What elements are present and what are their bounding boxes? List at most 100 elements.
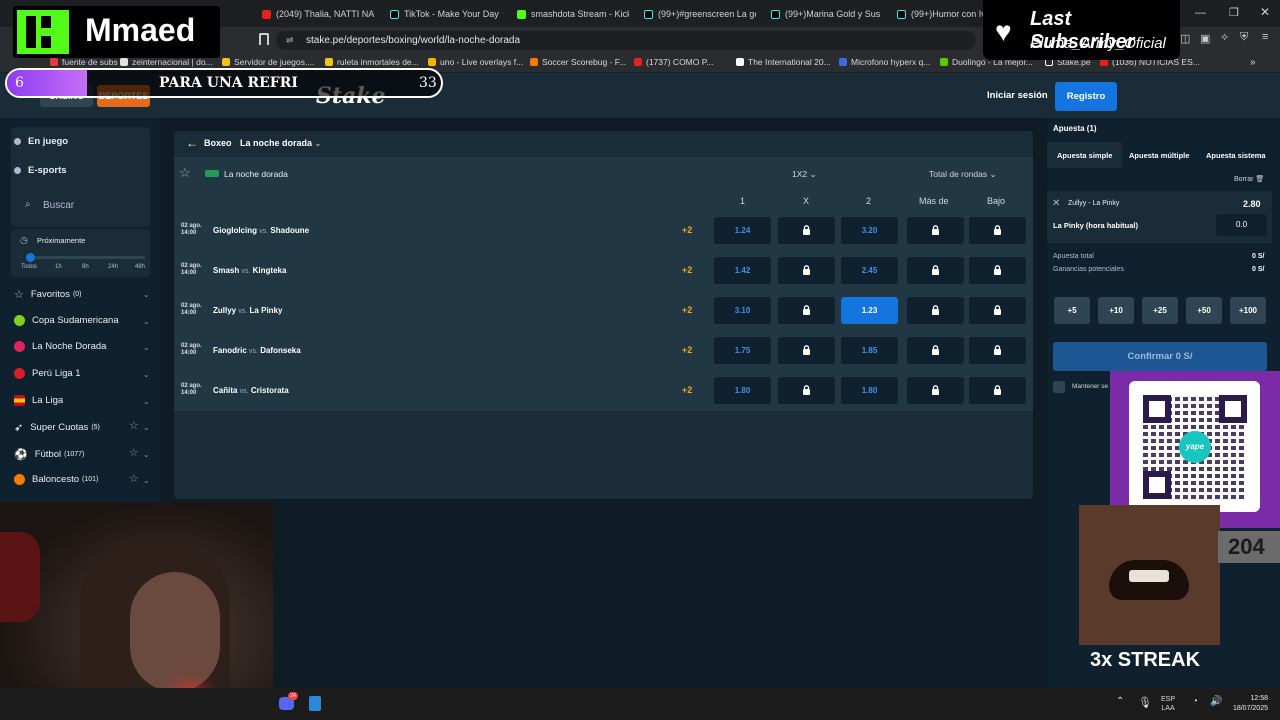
odd-button-away[interactable]: 1.80 xyxy=(841,377,898,404)
sidebar-item-la-liga[interactable]: La Liga xyxy=(14,395,63,406)
sidebar-item-favorites[interactable]: ☆ Favoritos (0) xyxy=(14,288,82,301)
chevron-down-icon[interactable]: ⌄ xyxy=(143,370,150,379)
chevron-down-icon[interactable]: ⌄ xyxy=(143,317,150,326)
sidebar-item-baloncesto[interactable]: Baloncesto (101) xyxy=(14,474,98,485)
odd-button-home[interactable]: 3.10 xyxy=(714,297,771,324)
bookmark-item[interactable]: (1737) COMO P... xyxy=(634,57,713,67)
table-row[interactable] xyxy=(174,251,1033,291)
more-markets-link[interactable]: +2 xyxy=(682,305,692,315)
register-button[interactable]: Registro xyxy=(1055,82,1117,111)
browser-tab[interactable]: (99+)Marina Gold y Sus H xyxy=(771,5,883,23)
more-bookmarks-icon[interactable]: » xyxy=(1250,57,1256,68)
confirm-bet-button[interactable]: Confirmar 0 S/ xyxy=(1053,342,1267,371)
match-teams[interactable]: Fanodric vs. Dafonseka xyxy=(213,346,301,355)
clear-button[interactable]: Borrar 🗑 xyxy=(1234,175,1264,183)
bookmark-item[interactable]: Microfono hyperx q... xyxy=(839,57,930,67)
odd-button-home[interactable]: 1.42 xyxy=(714,257,771,284)
sidebar-item-super-cuotas[interactable]: ➶ Super Cuotas (5) xyxy=(14,421,100,434)
site-info-icon[interactable]: ⇌ xyxy=(286,31,294,50)
close-window-icon[interactable]: ✕ xyxy=(1260,5,1270,19)
chevron-down-icon[interactable]: ⌄ xyxy=(143,423,150,432)
more-markets-link[interactable]: +2 xyxy=(682,225,692,235)
bookmark-item[interactable]: uno - Live overlays f... xyxy=(428,57,523,67)
bookmark-item[interactable]: fuente de subs xyxy=(50,57,118,67)
sidebar-item-peru-liga-1[interactable]: Perú Liga 1 xyxy=(14,368,81,379)
favorite-star-icon[interactable]: ☆ xyxy=(129,472,139,485)
quick-stake-button[interactable]: +10 xyxy=(1098,297,1134,324)
tab-multiple-bet[interactable]: Apuesta múltiple xyxy=(1129,151,1189,160)
match-teams[interactable]: Zullyy vs. La Pinky xyxy=(213,306,282,315)
leo-ai-icon[interactable]: ✧ xyxy=(1220,31,1229,44)
odd-button-away[interactable]: 2.45 xyxy=(841,257,898,284)
login-button[interactable]: Iniciar sesión xyxy=(987,90,1048,101)
quick-stake-button[interactable]: +100 xyxy=(1230,297,1266,324)
odd-button-home[interactable]: 1.24 xyxy=(714,217,771,244)
chevron-down-icon[interactable]: ⌄ xyxy=(143,343,150,352)
favorite-star-icon[interactable]: ☆ xyxy=(179,165,191,181)
chevron-down-icon[interactable]: ⌄ xyxy=(143,450,150,459)
odd-button-home[interactable]: 1.75 xyxy=(714,337,771,364)
match-teams[interactable]: Cañita vs. Cristorata xyxy=(213,386,289,395)
keep-selection-checkbox[interactable] xyxy=(1053,381,1065,393)
bookmark-item[interactable]: zeinternacional | do... xyxy=(120,57,213,67)
table-row[interactable] xyxy=(174,371,1033,411)
more-markets-link[interactable]: +2 xyxy=(682,345,692,355)
odd-button-home[interactable]: 1.80 xyxy=(714,377,771,404)
menu-icon[interactable]: ≡ xyxy=(1262,31,1268,43)
bookmark-icon[interactable] xyxy=(259,33,269,45)
breadcrumb-sport[interactable]: Boxeo xyxy=(204,138,232,148)
restore-icon[interactable]: ❐ xyxy=(1229,6,1239,19)
browser-tab[interactable]: TikTok - Make Your Day xyxy=(390,5,502,23)
bookmark-item[interactable]: Soccer Scorebug - F... xyxy=(530,57,626,67)
url-input[interactable]: ⇌ stake.pe/deportes/boxing/world/la-noch… xyxy=(276,31,976,50)
more-markets-link[interactable]: +2 xyxy=(682,265,692,275)
quick-stake-button[interactable]: +25 xyxy=(1142,297,1178,324)
close-icon[interactable]: ✕ xyxy=(1052,198,1060,209)
more-markets-link[interactable]: +2 xyxy=(682,385,692,395)
sidebar-item-futbol[interactable]: ⚽ Fútbol (1077) xyxy=(14,448,84,461)
stake-amount-input[interactable]: 0.0 xyxy=(1216,214,1267,236)
microphone-icon[interactable]: 🎙 xyxy=(1138,696,1152,709)
table-row[interactable] xyxy=(174,331,1033,371)
chevron-down-icon[interactable]: ⌄ xyxy=(143,290,150,299)
sidebar-item-live[interactable]: En juego xyxy=(14,136,68,147)
sidebar-toggle-icon[interactable]: ◫ xyxy=(1180,32,1190,45)
notepad-icon[interactable] xyxy=(309,696,321,711)
sidebar-item-la-noche-dorada[interactable]: La Noche Dorada xyxy=(14,341,106,352)
bookmark-item[interactable]: ruleta inmortales de... xyxy=(325,57,419,67)
breadcrumb-event[interactable]: La noche dorada ⌄ xyxy=(240,138,321,148)
search-input[interactable]: ⌕ Buscar xyxy=(21,194,150,218)
quick-stake-button[interactable]: +5 xyxy=(1054,297,1090,324)
chevron-up-icon[interactable]: ⌃ xyxy=(1116,696,1124,707)
sidebar-item-copa-sudamericana[interactable]: Copa Sudamericana xyxy=(14,315,119,326)
volume-icon[interactable]: 🔊 xyxy=(1210,696,1222,707)
favorite-star-icon[interactable]: ☆ xyxy=(129,446,139,459)
table-row[interactable] xyxy=(174,291,1033,331)
bookmark-item[interactable]: Servidor de juegos,... xyxy=(222,57,314,67)
time-slider-handle[interactable] xyxy=(26,253,35,262)
wifi-icon[interactable]: ◔ xyxy=(1192,696,1198,707)
browser-tab[interactable]: (99+)#greenscreen La gen xyxy=(644,5,756,23)
rounds-selector[interactable]: Total de rondas ⌄ xyxy=(929,169,997,180)
clock[interactable]: 12:58 18/07/2025 xyxy=(1226,694,1268,714)
chevron-down-icon[interactable]: ⌄ xyxy=(143,476,150,485)
odd-button-away[interactable]: 1.85 xyxy=(841,337,898,364)
match-teams[interactable]: Gioglolcing vs. Shadoune xyxy=(213,226,309,235)
favorite-star-icon[interactable]: ☆ xyxy=(129,419,139,432)
minimize-icon[interactable]: — xyxy=(1195,7,1206,19)
back-arrow-icon[interactable]: ← xyxy=(186,136,198,150)
time-slider[interactable] xyxy=(27,256,145,259)
browser-tab[interactable]: (2049) Thalia, NATTI NATA xyxy=(262,5,374,23)
language-indicator[interactable]: ESP LAA xyxy=(1161,695,1175,713)
odd-button-away[interactable]: 3.20 xyxy=(841,217,898,244)
tab-system-bet[interactable]: Apuesta sistema xyxy=(1206,151,1266,160)
browser-tab[interactable]: smashdota Stream - Kick xyxy=(517,5,629,23)
wallet-icon[interactable]: ▣ xyxy=(1200,32,1210,45)
bookmark-item[interactable]: The International 20... xyxy=(736,57,831,67)
quick-stake-button[interactable]: +50 xyxy=(1186,297,1222,324)
odd-button-away[interactable]: 1.23 xyxy=(841,297,898,324)
chevron-down-icon[interactable]: ⌄ xyxy=(143,397,150,406)
match-teams[interactable]: Smash vs. Kingteka xyxy=(213,266,286,275)
market-selector[interactable]: 1X2 ⌄ xyxy=(792,169,817,180)
browser-tab[interactable]: (99+)Humor con Ivan xyxy=(897,5,992,23)
